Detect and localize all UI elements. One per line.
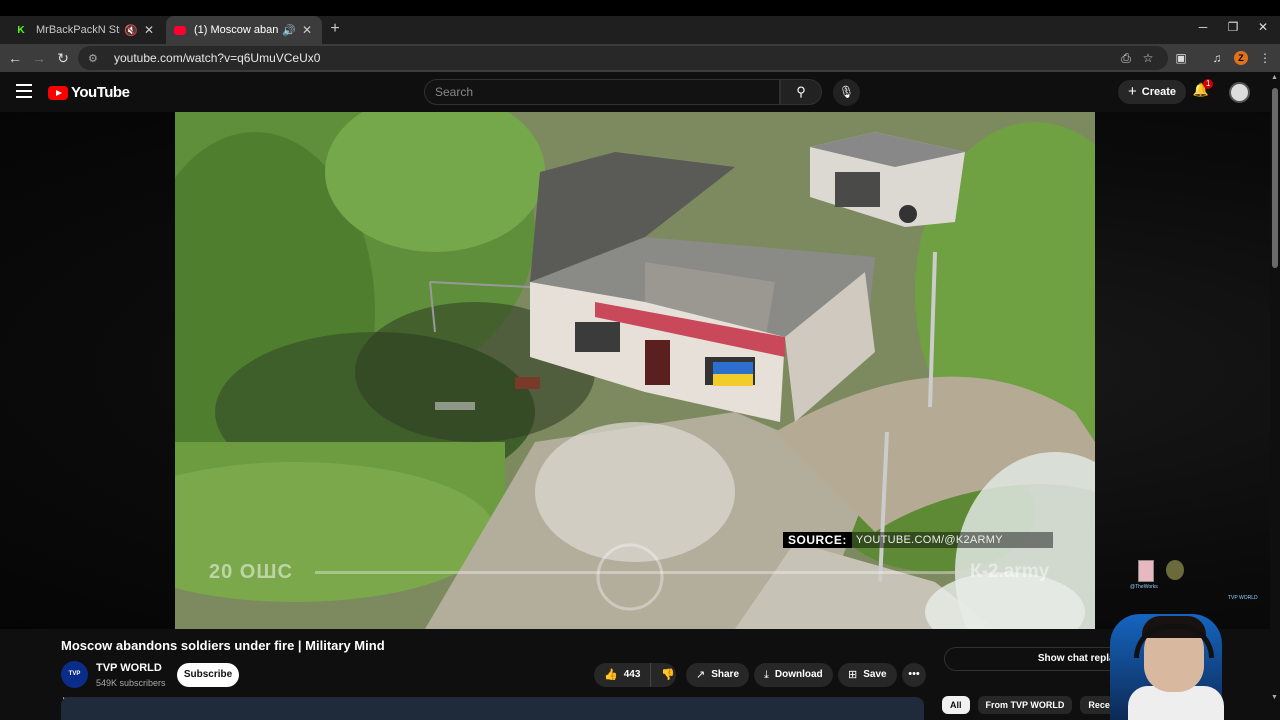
tab-title: MrBackPackN Stream - Wat xyxy=(36,24,120,36)
description-box[interactable] xyxy=(61,697,924,720)
bookmark-icon: ⊞ xyxy=(848,669,858,681)
video-frame[interactable]: 20 ОШС К-2.army SOURCE: YOUTUBE.COM/@K2A… xyxy=(175,112,1095,629)
notification-badge: 1 xyxy=(1203,79,1214,89)
download-button[interactable]: ⤓ Download xyxy=(754,663,833,687)
create-label: Create xyxy=(1141,86,1177,98)
maximize-button[interactable]: ❐ xyxy=(1218,20,1248,38)
chip-all[interactable]: All xyxy=(942,696,970,714)
speaker-icon[interactable]: 🔊 xyxy=(282,24,296,37)
account-avatar[interactable] xyxy=(1229,82,1250,103)
mic-icon: 🎙 xyxy=(838,85,855,99)
address-bar[interactable]: ⚙ youtube.com/watch?v=q6UmuVCeUx0 xyxy=(78,46,1168,70)
scrollbar-thumb[interactable] xyxy=(1272,88,1278,268)
overlay-unit-text: 20 ОШС xyxy=(209,561,293,583)
voice-search-button[interactable]: 🎙 xyxy=(833,79,860,106)
search-input[interactable]: Search xyxy=(424,79,780,105)
new-tab-button[interactable]: + xyxy=(326,20,344,38)
dislike-button[interactable]: 👎 xyxy=(651,663,685,687)
more-horizontal-icon: ••• xyxy=(908,668,920,680)
youtube-logo[interactable]: YouTube xyxy=(48,84,130,101)
notifications-button[interactable]: 🔔 1 xyxy=(1192,79,1214,100)
mini-thumbnail xyxy=(1138,560,1154,582)
scroll-up-icon[interactable]: ▲ xyxy=(1271,74,1278,81)
share-label: Share xyxy=(711,669,740,680)
source-url: YOUTUBE.COM/@K2ARMY xyxy=(851,532,1053,548)
close-tab-icon[interactable]: ✕ xyxy=(142,23,156,37)
search-icon: ⚲ xyxy=(796,84,806,99)
page-scrollbar[interactable]: ▲ ▼ xyxy=(1270,72,1280,720)
close-window-button[interactable]: ✕ xyxy=(1248,20,1278,38)
tab-title: (1) Moscow abandons soldie xyxy=(194,24,278,36)
video-title: Moscow abandons soldiers under fire | Mi… xyxy=(61,638,385,653)
menu-icon[interactable] xyxy=(16,84,32,98)
drone-footage-image xyxy=(175,112,1095,629)
youtube-play-icon xyxy=(48,85,68,100)
video-player[interactable]: 20 ОШС К-2.army SOURCE: YOUTUBE.COM/@K2A… xyxy=(0,112,1270,629)
overlay-tag-left: @TheWorks xyxy=(1130,584,1158,590)
like-button[interactable]: 👍 443 xyxy=(594,663,652,687)
url-text: youtube.com/watch?v=q6UmuVCeUx0 xyxy=(114,51,321,65)
bookmark-star-icon[interactable]: ☆ xyxy=(1139,49,1157,67)
channel-avatar[interactable]: TVP WORLD xyxy=(61,661,88,704)
minimize-button[interactable]: ─ xyxy=(1188,20,1218,38)
tab-kick-stream[interactable]: K MrBackPackN Stream - Wat 🔇 ✕ xyxy=(6,16,164,44)
download-label: Download xyxy=(774,669,823,680)
close-tab-icon[interactable]: ✕ xyxy=(300,23,314,37)
related-filter-chips: All From TVP WORLD Rece xyxy=(942,696,1126,716)
kick-icon: K xyxy=(14,23,28,37)
youtube-masthead: YouTube Search ⚲ 🎙 + Create 🔔 1 xyxy=(0,72,1270,112)
share-button[interactable]: ↗ Share xyxy=(686,663,750,687)
browser-tab-strip: K MrBackPackN Stream - Wat 🔇 ✕ (1) Mosco… xyxy=(0,0,1280,44)
forward-button[interactable]: → xyxy=(30,49,48,67)
thumbs-up-icon: 👍 xyxy=(604,669,618,681)
install-app-icon[interactable]: ⎙ xyxy=(1117,49,1135,67)
scroll-down-icon[interactable]: ▼ xyxy=(1271,694,1278,701)
side-panel-icon[interactable]: ▣ xyxy=(1172,49,1190,67)
search-button[interactable]: ⚲ xyxy=(780,79,822,105)
save-button[interactable]: ⊞ Save xyxy=(838,663,897,687)
share-icon: ↗ xyxy=(696,669,706,681)
overlay-tag-right: TVP WORLD xyxy=(1228,595,1258,601)
subscriber-count: 549K subscribers xyxy=(96,678,166,688)
top-black-bar xyxy=(0,0,1280,16)
chip-from-channel[interactable]: From TVP WORLD xyxy=(977,696,1073,714)
subscribe-button[interactable]: Subscribe xyxy=(177,663,239,687)
media-controls-icon[interactable]: ♫ xyxy=(1208,49,1226,67)
tab-youtube-video[interactable]: (1) Moscow abandons soldie 🔊 ✕ xyxy=(166,16,322,44)
mini-logo xyxy=(1166,560,1184,580)
overlay-line xyxy=(315,571,955,574)
youtube-logo-text: YouTube xyxy=(71,84,130,101)
overlay-watermark-text: К-2.army xyxy=(970,561,1050,582)
channel-name[interactable]: TVP WORLD xyxy=(96,662,162,674)
create-button[interactable]: + Create xyxy=(1118,80,1187,104)
profile-avatar[interactable]: Z xyxy=(1234,51,1248,65)
like-count: 443 xyxy=(623,669,641,680)
browser-menu-icon[interactable]: ⋮ xyxy=(1256,49,1274,67)
plus-icon: + xyxy=(1128,83,1137,100)
site-info-icon[interactable]: ⚙ xyxy=(88,52,100,65)
save-label: Save xyxy=(863,669,887,680)
youtube-icon xyxy=(174,25,186,35)
source-label: SOURCE: xyxy=(783,532,852,548)
more-actions-button[interactable]: ••• xyxy=(902,663,926,687)
thumbs-down-icon: 👎 xyxy=(661,669,676,681)
source-credit: SOURCE: YOUTUBE.COM/@K2ARMY xyxy=(783,532,1053,548)
browser-toolbar: ← → ↻ ⚙ youtube.com/watch?v=q6UmuVCeUx0 … xyxy=(0,44,1280,72)
back-button[interactable]: ← xyxy=(6,49,24,67)
reload-button[interactable]: ↻ xyxy=(54,49,72,67)
download-icon: ⤓ xyxy=(764,669,769,681)
streamer-webcam-overlay: @TheWorks xyxy=(1100,558,1230,720)
like-dislike-group: 👍 443 👎 xyxy=(594,663,676,687)
muted-icon[interactable]: 🔇 xyxy=(124,24,138,37)
